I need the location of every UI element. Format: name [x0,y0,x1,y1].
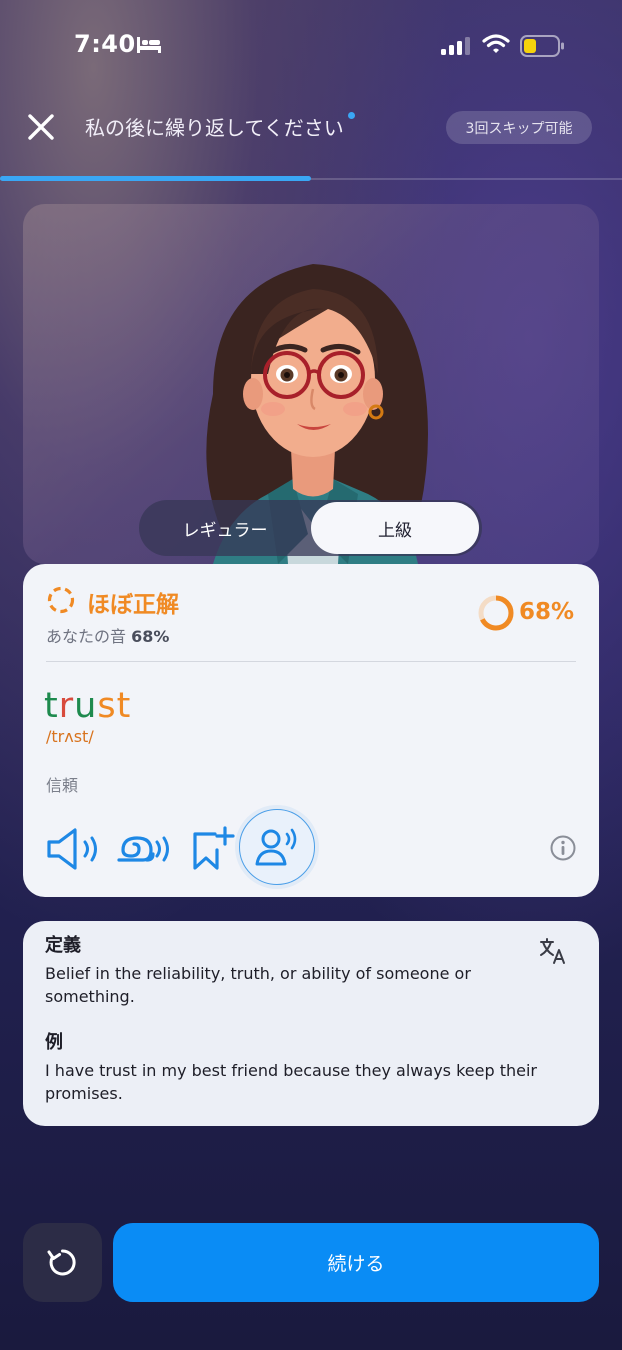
notification-dot [348,112,355,119]
progress-fill [0,176,311,181]
word-letter: t [116,686,132,726]
score-ring [478,595,514,631]
result-status: ほぼ正解 [87,592,179,618]
partial-correct-icon [47,586,75,614]
definition-heading: 定義 [45,935,81,956]
retry-button[interactable] [23,1223,102,1302]
battery-icon [520,35,564,57]
example-heading: 例 [45,1032,63,1053]
score-percent: 68% [519,599,575,625]
word-letter: u [74,686,98,726]
speaker-icon[interactable] [45,826,101,872]
bookmark-add-icon[interactable] [189,824,235,872]
word-letter: t [44,686,59,726]
sleep-focus-icon [137,37,161,53]
page-title: 私の後に繰り返してください [85,116,344,140]
divider [46,661,576,662]
voice-compare-icon [255,828,297,866]
your-sound-score: あなたの音 68% [46,623,169,647]
definition-card: 定義 Belief in the reliability, truth, or … [23,921,599,1126]
definition-text: Belief in the reliability, truth, or abi… [45,964,471,1006]
pronunciation-result-card: ほぼ正解 あなたの音 68% 68% trust /trʌst/ 信頼 [23,564,599,897]
wifi-icon [482,34,510,53]
info-icon[interactable] [549,834,577,862]
close-icon[interactable] [24,110,58,144]
word-ipa: /trʌst/ [46,727,94,746]
word-letter: r [58,686,75,726]
mode-regular-option[interactable]: レギュラー [139,500,311,556]
slow-speaker-icon[interactable] [115,826,173,872]
translate-icon[interactable] [538,936,568,966]
mode-advanced-option[interactable]: 上級 [311,502,479,554]
cellular-signal-icon [441,37,470,55]
example-text: I have trust in my best friend because t… [45,1061,537,1103]
word-letter: s [97,686,117,726]
mode-toggle: レギュラー 上級 [139,500,482,556]
status-bar: 7:40 [0,0,622,90]
retry-icon [47,1249,76,1276]
skip-button[interactable]: 3回スキップ可能 [446,111,592,144]
your-sound-value: 68% [131,627,170,646]
voice-compare-button[interactable] [239,809,315,885]
status-time: 7:40 [74,30,136,58]
word-meaning: 信頼 [46,776,79,795]
continue-button[interactable]: 続ける [113,1223,599,1302]
your-sound-label: あなたの音 [46,627,127,646]
target-word: trust [44,686,131,726]
